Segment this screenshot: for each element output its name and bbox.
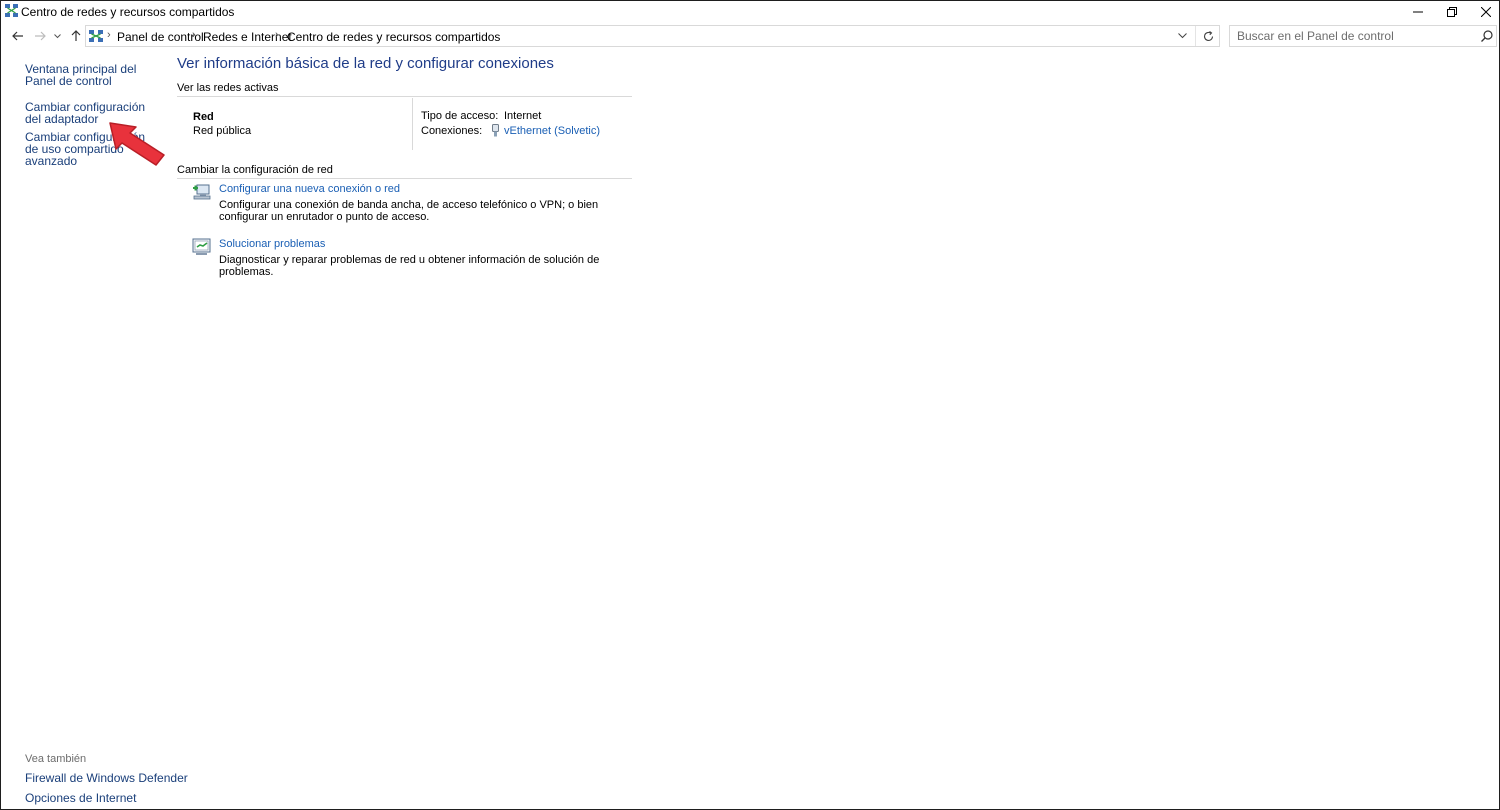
task-link-new-connection[interactable]: Configurar una nueva conexión o red <box>219 183 400 195</box>
recent-locations-button[interactable] <box>51 26 63 46</box>
see-also-section: Vea también Firewall de Windows Defender… <box>25 753 225 810</box>
back-button[interactable] <box>9 26 27 46</box>
breadcrumb-separator-icon: › <box>275 29 279 41</box>
ethernet-icon <box>492 124 499 137</box>
see-also-link-internet-options[interactable]: Opciones de Internet <box>25 792 225 804</box>
see-also-heading: Vea también <box>25 753 87 765</box>
main-content: Ver información básica de la red y confi… <box>177 55 637 278</box>
minimize-icon <box>1413 11 1423 13</box>
breadcrumb-separator-icon: › <box>107 29 111 41</box>
close-icon <box>1481 7 1491 17</box>
new-connection-icon <box>193 184 211 200</box>
sidebar-link-control-panel-home[interactable]: Ventana principal del Panel de control <box>25 63 160 87</box>
arrow-right-icon <box>35 31 46 41</box>
network-center-icon <box>89 30 103 42</box>
task-link-troubleshoot[interactable]: Solucionar problemas <box>219 238 325 250</box>
address-dropdown-button[interactable] <box>1174 29 1190 43</box>
divider <box>412 98 413 150</box>
breadcrumb-separator-icon: › <box>192 29 196 41</box>
connection-link[interactable]: vEthernet (Solvetic) <box>504 125 600 137</box>
title-bar: Centro de redes y recursos compartidos <box>1 1 1499 23</box>
annotation-arrow-icon <box>109 122 165 166</box>
arrow-up-icon <box>71 30 81 41</box>
section-heading-label: Ver las redes activas <box>177 82 279 94</box>
access-type-label: Tipo de acceso: <box>421 110 499 122</box>
refresh-icon <box>1203 30 1213 41</box>
active-networks-heading: Ver las redes activas <box>177 82 632 97</box>
task-description: Diagnosticar y reparar problemas de red … <box>219 254 600 278</box>
chevron-down-icon <box>1177 33 1187 39</box>
divider <box>177 96 632 97</box>
navigation-bar: › Panel de control › Redes e Internet › … <box>1 24 1499 48</box>
forward-button[interactable] <box>31 26 49 46</box>
refresh-button[interactable] <box>1200 28 1216 44</box>
access-type-value: Internet <box>504 110 542 122</box>
close-button[interactable] <box>1463 1 1500 23</box>
page-title: Ver información básica de la red y confi… <box>177 55 554 72</box>
search-icon[interactable] <box>1480 29 1494 43</box>
divider <box>177 178 632 179</box>
chevron-down-icon <box>53 33 61 38</box>
task-troubleshoot: Solucionar problemas Diagnosticar y repa… <box>192 238 632 278</box>
network-name: Red <box>193 111 214 123</box>
troubleshoot-icon <box>192 238 211 255</box>
network-category: Red pública <box>193 125 252 137</box>
see-also-link-firewall[interactable]: Firewall de Windows Defender <box>25 772 225 784</box>
restore-icon <box>1447 7 1457 17</box>
window: Centro de redes y recursos compartidos ›… <box>0 0 1500 810</box>
window-title: Centro de redes y recursos compartidos <box>21 5 235 19</box>
section-heading-label: Cambiar la configuración de red <box>177 164 333 176</box>
up-button[interactable] <box>67 26 85 46</box>
search-box[interactable] <box>1229 25 1497 47</box>
connections-label: Conexiones: <box>421 125 483 137</box>
arrow-left-icon <box>12 31 23 41</box>
breadcrumb-item[interactable]: Centro de redes y recursos compartidos <box>287 30 500 44</box>
task-description: Configurar una conexión de banda ancha, … <box>219 199 599 223</box>
network-center-icon <box>5 4 18 17</box>
change-settings-heading: Cambiar la configuración de red <box>177 164 632 179</box>
address-bar[interactable]: › Panel de control › Redes e Internet › … <box>85 25 1220 47</box>
task-new-connection: Configurar una nueva conexión o red Conf… <box>192 183 632 223</box>
search-input[interactable] <box>1237 29 1467 43</box>
breadcrumb-item[interactable]: Panel de control <box>117 30 204 44</box>
divider <box>1195 26 1196 46</box>
